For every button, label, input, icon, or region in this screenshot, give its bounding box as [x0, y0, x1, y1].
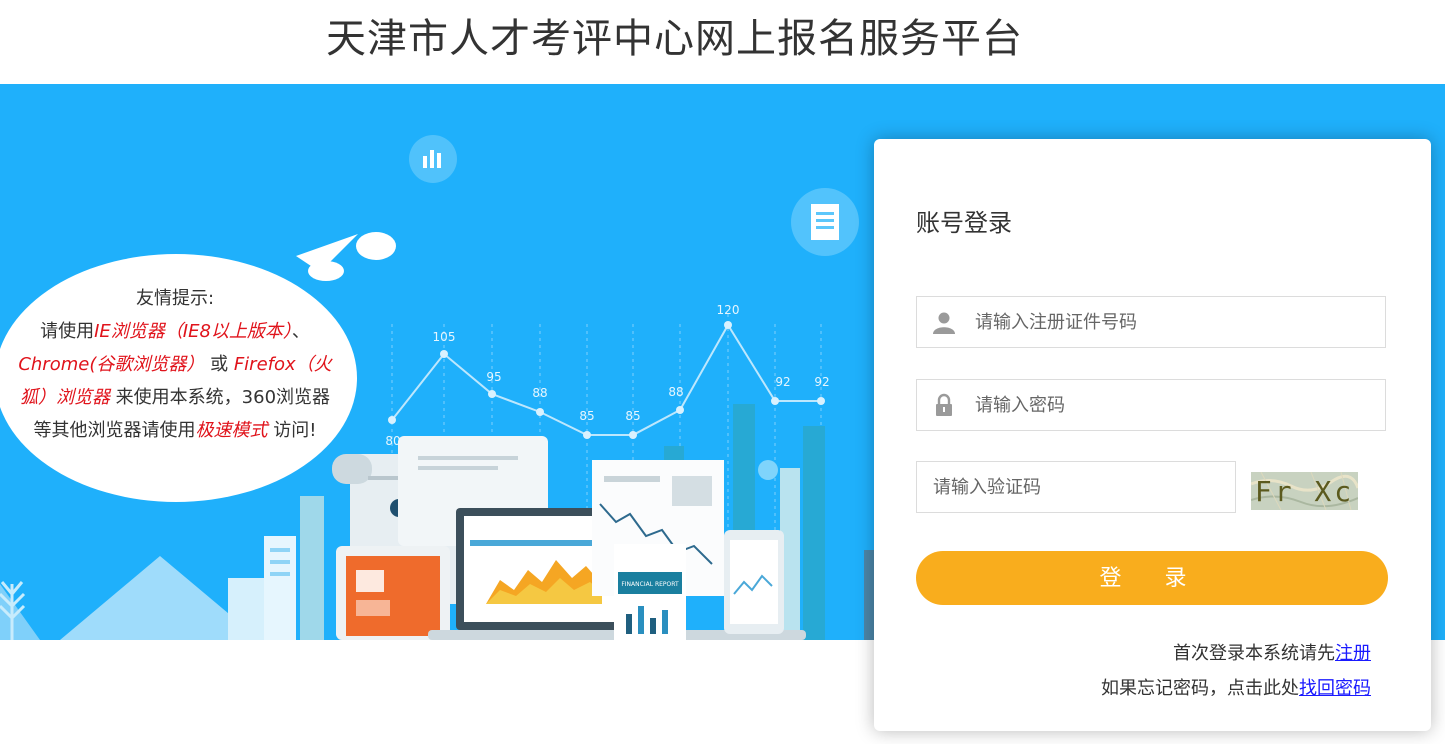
login-card: 账号登录 Fr Xc 登 录 首次登录本系统请先注册 如果忘记密码，点击此处找回… — [874, 139, 1431, 731]
lock-icon — [936, 393, 952, 416]
forgot-password-link[interactable]: 找回密码 — [1299, 678, 1371, 699]
register-hint: 首次登录本系统请先注册 — [1173, 643, 1371, 664]
password-input[interactable] — [975, 380, 1375, 430]
site-title: 天津市人才考评中心网上报名服务平台 — [326, 16, 1023, 62]
tip-line: Chrome(谷歌浏览器） 或 Firefox（火 — [18, 354, 332, 375]
tip-title: 友情提示: — [135, 288, 215, 309]
document-icon — [791, 188, 859, 256]
captcha-input[interactable] — [933, 462, 1223, 512]
tip-line: 等其他浏览器请使用极速模式 访问! — [33, 420, 317, 441]
register-link[interactable]: 注册 — [1335, 643, 1371, 664]
id-number-input[interactable] — [975, 297, 1375, 347]
chart-label: 88 — [532, 386, 547, 400]
header: 天津市人才考评中心网上报名服务平台 — [0, 0, 1445, 84]
captcha-text: Fr Xc — [1254, 474, 1355, 508]
tip-text: 友情提示: 请使用IE浏览器（IE8以上版本）、 Chrome(谷歌浏览器） 或… — [0, 282, 350, 447]
captcha-image[interactable]: Fr Xc — [1251, 472, 1358, 510]
captcha-field[interactable] — [916, 461, 1236, 513]
user-icon — [933, 312, 955, 334]
login-button[interactable]: 登 录 — [916, 551, 1388, 605]
chart-label: 85 — [625, 409, 640, 423]
login-title: 账号登录 — [916, 209, 1012, 237]
chart-label: 92 — [814, 375, 829, 389]
chart-label: 120 — [717, 303, 740, 317]
forgot-hint: 如果忘记密码，点击此处找回密码 — [1101, 678, 1371, 699]
chart-label: 92 — [775, 375, 790, 389]
tip-line: 请使用IE浏览器（IE8以上版本）、 — [40, 321, 310, 342]
chart-label: 95 — [486, 370, 501, 384]
chart-label: 105 — [433, 330, 456, 344]
tip-line: 狐）浏览器 来使用本系统，360浏览器 — [19, 387, 331, 408]
report-label: FINANCIAL REPORT — [621, 581, 679, 588]
password-field[interactable] — [916, 379, 1386, 431]
id-number-field[interactable] — [916, 296, 1386, 348]
chart-label: 88 — [668, 385, 683, 399]
bar-chart-icon — [409, 135, 457, 183]
chart-label: 85 — [579, 409, 594, 423]
